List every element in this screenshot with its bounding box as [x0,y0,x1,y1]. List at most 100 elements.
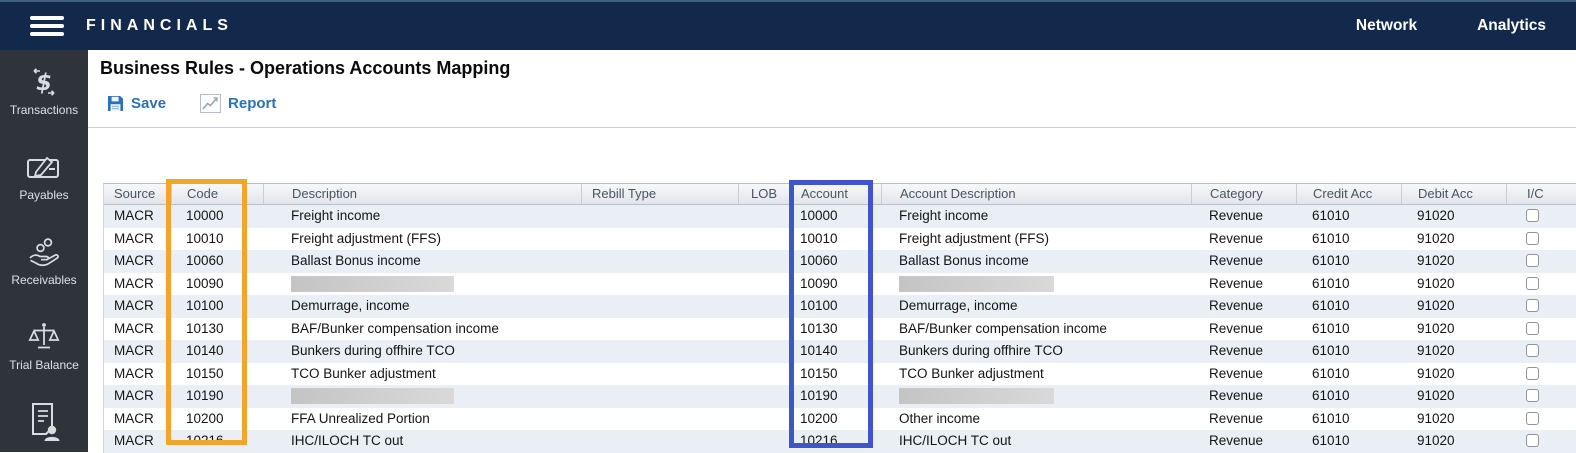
column-header-debit-acc[interactable]: Debit Acc [1401,184,1506,204]
cell-account: 10150 [791,363,881,386]
cell-lob [738,408,791,431]
cell-rebill-type [581,408,738,431]
cell-credit-acc: 61010 [1296,205,1401,228]
cell-source: MACR [104,205,171,228]
cell-ic [1506,340,1576,363]
cell-rebill-type [581,295,738,318]
ic-checkbox[interactable] [1526,434,1539,447]
table-row[interactable]: MACR10216IHC/ILOCH TC out10216IHC/ILOCH … [104,430,1576,453]
report-button[interactable]: Report [200,94,276,113]
table-row[interactable]: MACR10060Ballast Bonus income10060Ballas… [104,250,1576,273]
cell-code: 10216 [171,430,263,453]
table-row[interactable]: MACR10140Bunkers during offhire TCO10140… [104,340,1576,363]
cell-lob [738,385,791,408]
table-row[interactable]: MACR10000Freight income10000Freight inco… [104,205,1576,228]
report-button-label: Report [228,95,276,112]
cell-credit-acc: 61010 [1296,363,1401,386]
nav-link-network[interactable]: Network [1356,17,1417,35]
save-floppy-icon [107,95,124,112]
cell-debit-acc: 91020 [1401,273,1506,296]
cell-source: MACR [104,228,171,251]
cell-category: Revenue [1191,318,1296,341]
table-row[interactable]: MACR1019010190Revenue6101091020 [104,385,1576,408]
cell-category: Revenue [1191,363,1296,386]
ic-checkbox[interactable] [1526,344,1539,357]
cell-account: 10090 [791,273,881,296]
cell-account-description: Freight income [881,205,1191,228]
ic-checkbox[interactable] [1526,277,1539,290]
cell-lob [738,273,791,296]
redacted-value-block [899,276,1054,292]
ic-checkbox[interactable] [1526,232,1539,245]
cell-rebill-type [581,318,738,341]
cell-description: BAF/Bunker compensation income [263,318,581,341]
cell-description: TCO Bunker adjustment [263,363,581,386]
cell-debit-acc: 91020 [1401,228,1506,251]
cell-credit-acc: 61010 [1296,250,1401,273]
cell-code: 10060 [171,250,263,273]
column-header-source[interactable]: Source [104,184,171,204]
column-header-description[interactable]: Description [263,184,581,204]
ic-checkbox[interactable] [1526,389,1539,402]
column-header-account[interactable]: Account [791,184,881,204]
column-header-i-c[interactable]: I/C [1506,184,1576,204]
cell-lob [738,340,791,363]
sidebar-item-label: Transactions [10,104,78,117]
cell-ic [1506,250,1576,273]
save-button-label: Save [131,95,166,112]
table-row[interactable]: MACR10100Demurrage, income10100Demurrage… [104,295,1576,318]
ic-checkbox[interactable] [1526,209,1539,222]
sidebar-item-transactions[interactable]: $ Transactions [0,66,88,117]
cell-debit-acc: 91020 [1401,250,1506,273]
cell-account: 10010 [791,228,881,251]
cell-account-description [881,273,1191,296]
cell-credit-acc: 61010 [1296,295,1401,318]
hand-coins-icon [27,236,61,268]
cell-debit-acc: 91020 [1401,385,1506,408]
page-title: Business Rules - Operations Accounts Map… [100,58,510,79]
cell-description: FFA Unrealized Portion [263,408,581,431]
column-header-account-description[interactable]: Account Description [881,184,1191,204]
table-row[interactable]: MACR10010Freight adjustment (FFS)10010Fr… [104,228,1576,251]
ic-checkbox[interactable] [1526,299,1539,312]
column-header-code[interactable]: Code [171,184,263,204]
cell-lob [738,250,791,273]
table-row[interactable]: MACR10200FFA Unrealized Portion10200Othe… [104,408,1576,431]
ic-checkbox[interactable] [1526,367,1539,380]
sidebar-item-payables[interactable]: Payables [0,151,88,202]
cell-lob [738,363,791,386]
column-header-lob[interactable]: LOB [738,184,791,204]
toolbar: Save Report [107,94,276,113]
cell-credit-acc: 61010 [1296,430,1401,453]
cell-code: 10000 [171,205,263,228]
cell-description [263,385,581,408]
table-row[interactable]: MACR1009010090Revenue6101091020 [104,273,1576,296]
table-row[interactable]: MACR10130BAF/Bunker compensation income1… [104,318,1576,341]
cell-ic [1506,430,1576,453]
cell-code: 10190 [171,385,263,408]
ic-checkbox[interactable] [1526,322,1539,335]
ic-checkbox[interactable] [1526,412,1539,425]
cell-category: Revenue [1191,408,1296,431]
save-button[interactable]: Save [107,95,166,112]
cell-account-description: Freight adjustment (FFS) [881,228,1191,251]
accounts-mapping-table: SourceCodeDescriptionRebill TypeLOBAccou… [103,183,1576,453]
table-header-row: SourceCodeDescriptionRebill TypeLOBAccou… [104,183,1576,205]
column-header-category[interactable]: Category [1191,184,1296,204]
column-header-rebill-type[interactable]: Rebill Type [581,184,738,204]
table-row[interactable]: MACR10150TCO Bunker adjustment10150TCO B… [104,363,1576,386]
sidebar-item-trial-balance[interactable]: Trial Balance [0,321,88,372]
cell-description: IHC/ILOCH TC out [263,430,581,453]
column-header-credit-acc[interactable]: Credit Acc [1296,184,1401,204]
cell-ic [1506,295,1576,318]
balance-scales-icon [27,321,61,353]
sidebar-item-label: Receivables [11,274,76,287]
cell-source: MACR [104,430,171,453]
hamburger-menu-icon[interactable] [30,12,64,40]
sidebar-item-partial[interactable] [0,406,88,444]
ic-checkbox[interactable] [1526,254,1539,267]
sidebar-item-receivables[interactable]: Receivables [0,236,88,287]
cell-description: Demurrage, income [263,295,581,318]
nav-link-analytics[interactable]: Analytics [1477,17,1546,35]
document-person-icon [28,406,60,438]
